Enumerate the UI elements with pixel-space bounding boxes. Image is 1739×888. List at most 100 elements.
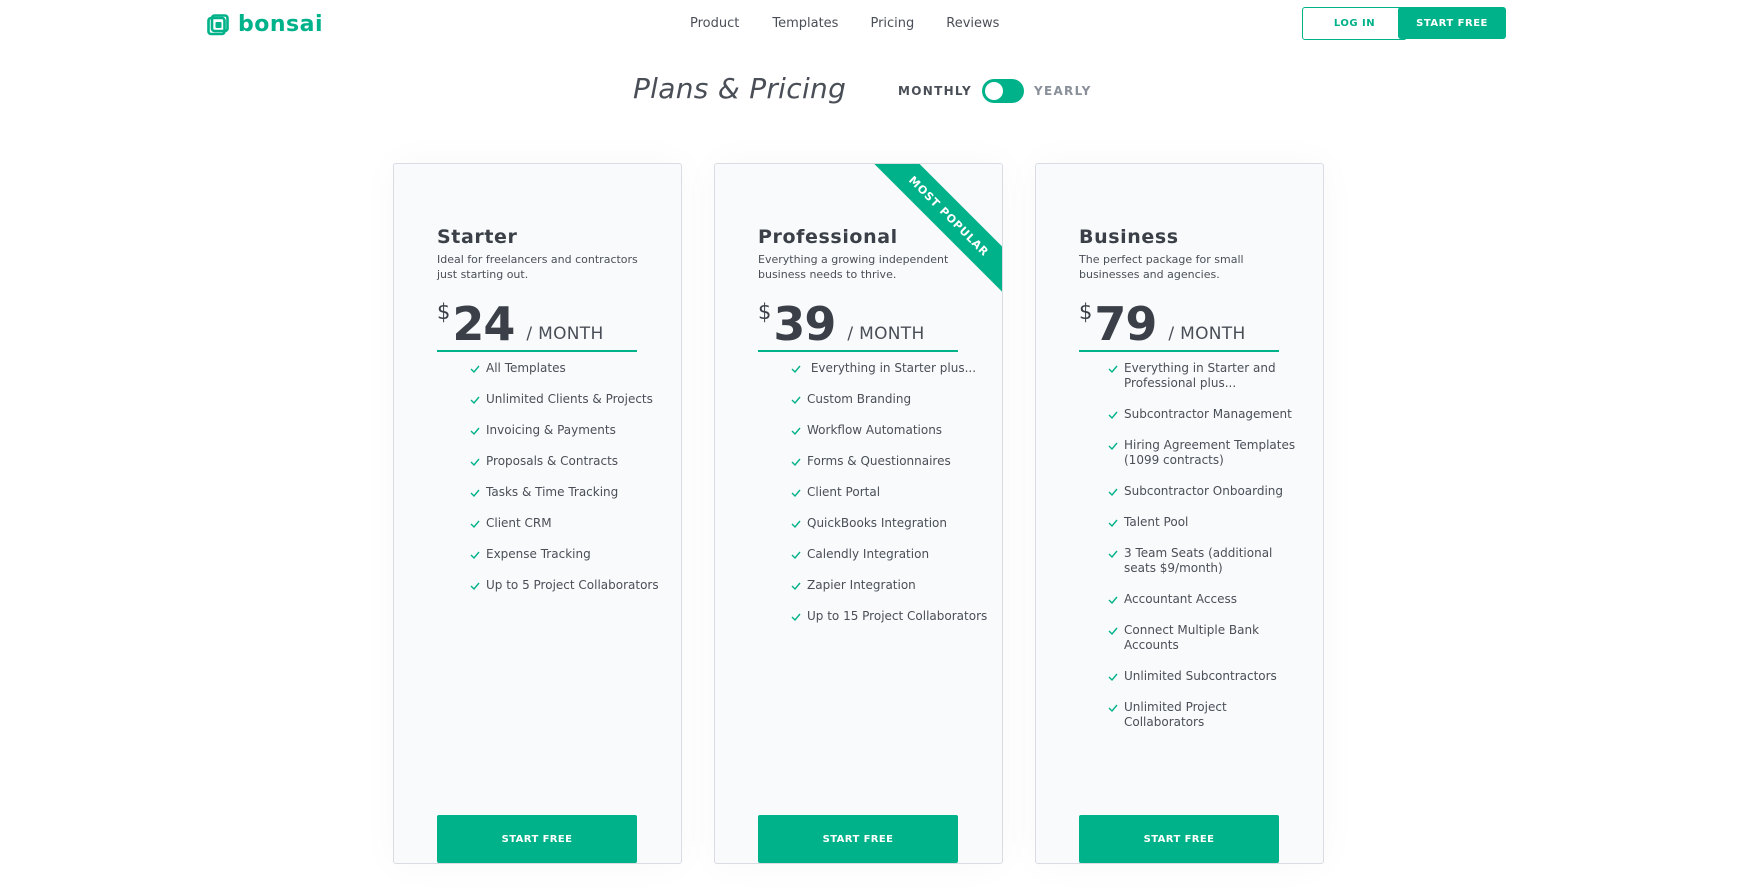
feature-text: Subcontractor Onboarding	[1124, 484, 1284, 498]
feature-text: Workflow Automations	[807, 423, 943, 437]
check-icon	[1108, 411, 1118, 420]
check-icon	[470, 489, 480, 498]
feature-text: Up to 5 Project Collaborators	[486, 578, 659, 592]
price-currency: $	[758, 300, 772, 324]
check-icon	[791, 520, 801, 529]
billing-period-toggle: MONTHLY YEARLY	[898, 79, 1092, 103]
check-icon	[1108, 442, 1118, 451]
feature-item: Connect Multiple Bank Accounts	[1107, 623, 1297, 653]
feature-list: Everything in Starter plus... Custom Bra…	[790, 361, 987, 640]
feature-text: Everything in Starter plus...	[807, 361, 977, 375]
feature-item: 3 Team Seats (additional seats $9/month)	[1107, 546, 1297, 576]
nav-link-reviews[interactable]: Reviews	[946, 16, 999, 31]
feature-text: Unlimited Clients & Projects	[486, 392, 653, 406]
feature-text: Client Portal	[807, 485, 881, 499]
price-divider	[437, 350, 637, 352]
price-period: / MONTH	[1168, 324, 1246, 344]
bonsai-logo-icon	[207, 14, 229, 36]
plan-price: $ 39 / MONTH	[758, 298, 925, 350]
check-icon	[791, 489, 801, 498]
check-icon	[470, 427, 480, 436]
feature-text: Client CRM	[486, 516, 552, 530]
plan-name: Business	[1079, 226, 1179, 248]
check-icon	[1108, 550, 1118, 559]
plan-card-starter: Starter Ideal for freelancers and contra…	[393, 163, 682, 864]
check-icon	[791, 396, 801, 405]
plan-name: Starter	[437, 226, 518, 248]
feature-item: Subcontractor Management	[1107, 407, 1297, 422]
nav-link-pricing[interactable]: Pricing	[870, 16, 914, 31]
feature-text: Accountant Access	[1124, 592, 1238, 606]
feature-text: Everything in Starter and Professional p…	[1124, 361, 1276, 390]
plan-card-business: Business The perfect package for small b…	[1035, 163, 1324, 864]
start-free-button-professional[interactable]: START FREE	[758, 815, 958, 863]
feature-item: Hiring Agreement Templates (1099 contrac…	[1107, 438, 1297, 468]
plan-card-professional: MOST POPULAR Professional Everything a g…	[714, 163, 1003, 864]
feature-text: Proposals & Contracts	[486, 454, 619, 468]
feature-item: Up to 15 Project Collaborators	[790, 609, 987, 624]
check-icon	[791, 458, 801, 467]
feature-text: Unlimited Subcontractors	[1124, 669, 1277, 683]
check-icon	[791, 582, 801, 591]
feature-text: Calendly Integration	[807, 547, 930, 561]
price-divider	[758, 350, 958, 352]
feature-text: Unlimited Project Collaborators	[1124, 700, 1227, 729]
feature-text: 3 Team Seats (additional seats $9/month)	[1124, 546, 1273, 575]
bonsai-logo[interactable]: bonsai	[207, 14, 323, 36]
feature-text: Expense Tracking	[486, 547, 591, 561]
login-button[interactable]: LOG IN	[1302, 7, 1407, 40]
feature-item: Tasks & Time Tracking	[469, 485, 659, 500]
feature-text: All Templates	[486, 361, 566, 375]
feature-item: QuickBooks Integration	[790, 516, 987, 531]
check-icon	[1108, 673, 1118, 682]
feature-text: Custom Branding	[807, 392, 912, 406]
price-period: / MONTH	[526, 324, 604, 344]
price-currency: $	[437, 300, 451, 324]
main-nav: Product Templates Pricing Reviews	[690, 16, 1029, 31]
start-free-button-starter[interactable]: START FREE	[437, 815, 637, 863]
price-amount: 79	[1094, 297, 1157, 351]
check-icon	[470, 551, 480, 560]
price-amount: 24	[452, 297, 515, 351]
plan-description: Everything a growing independent busines…	[758, 253, 949, 281]
check-icon	[791, 551, 801, 560]
toggle-label-yearly[interactable]: YEARLY	[1034, 84, 1092, 98]
price-amount: 39	[773, 297, 836, 351]
feature-text: Forms & Questionnaires	[807, 454, 951, 468]
brand-name: bonsai	[238, 12, 324, 37]
check-icon	[1108, 365, 1118, 374]
check-icon	[470, 582, 480, 591]
feature-item: Calendly Integration	[790, 547, 987, 562]
billing-toggle-switch[interactable]	[981, 79, 1024, 103]
check-icon	[470, 520, 480, 529]
plan-name: Professional	[758, 226, 898, 248]
nav-link-templates[interactable]: Templates	[772, 16, 838, 31]
toggle-label-monthly[interactable]: MONTHLY	[898, 84, 972, 98]
nav-link-product[interactable]: Product	[690, 16, 739, 31]
feature-item: Up to 5 Project Collaborators	[469, 578, 659, 593]
feature-item: Unlimited Subcontractors	[1107, 669, 1297, 684]
check-icon	[470, 458, 480, 467]
feature-item: Talent Pool	[1107, 515, 1297, 530]
feature-item: Everything in Starter plus...	[790, 361, 987, 376]
plan-description: Ideal for freelancers and contractors ju…	[437, 253, 638, 281]
check-icon	[1108, 488, 1118, 497]
feature-item: Client Portal	[790, 485, 987, 500]
price-period: / MONTH	[847, 324, 925, 344]
feature-item: Unlimited Clients & Projects	[469, 392, 659, 407]
page-title: Plans & Pricing	[633, 72, 847, 105]
check-icon	[470, 396, 480, 405]
plan-description: The perfect package for small businesses…	[1079, 253, 1244, 281]
feature-list: All Templates Unlimited Clients & Projec…	[469, 361, 659, 609]
start-free-button-business[interactable]: START FREE	[1079, 815, 1279, 863]
toggle-knob	[984, 82, 1003, 100]
check-icon	[1108, 704, 1118, 713]
price-currency: $	[1079, 300, 1093, 324]
feature-item: Workflow Automations	[790, 423, 987, 438]
feature-item: Expense Tracking	[469, 547, 659, 562]
plan-price: $ 24 / MONTH	[437, 298, 604, 350]
feature-item: Invoicing & Payments	[469, 423, 659, 438]
start-free-header-button[interactable]: START FREE	[1398, 7, 1506, 39]
feature-text: Hiring Agreement Templates (1099 contrac…	[1124, 438, 1296, 467]
feature-item: Subcontractor Onboarding	[1107, 484, 1297, 499]
